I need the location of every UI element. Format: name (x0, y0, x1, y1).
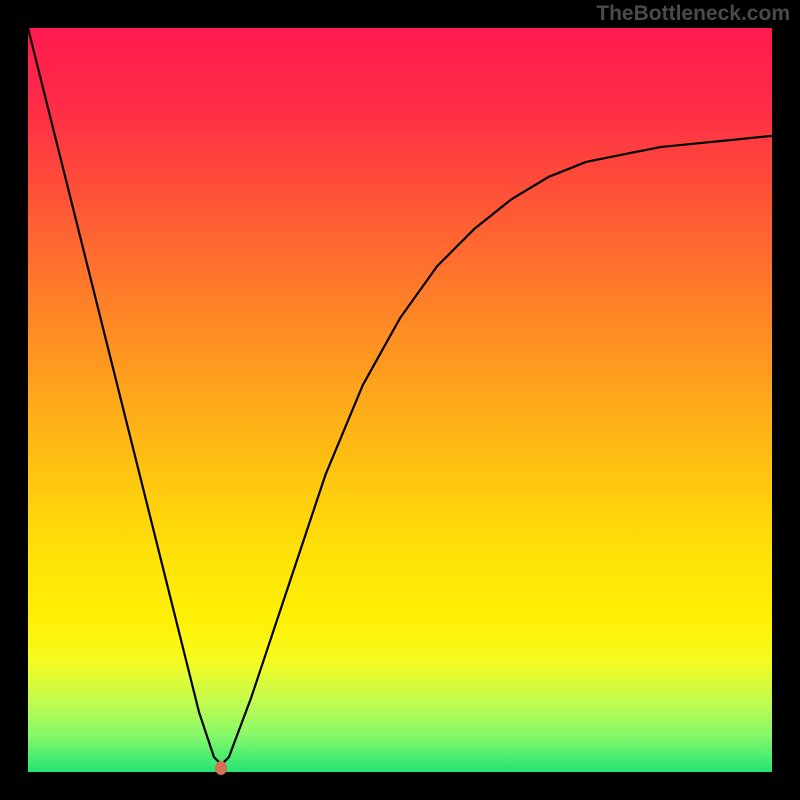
minimum-marker (215, 761, 227, 775)
chart-curve-path (28, 28, 772, 765)
chart-container: TheBottleneck.com (0, 0, 800, 800)
plot-area (28, 28, 772, 772)
watermark-text: TheBottleneck.com (596, 2, 790, 26)
curve-svg (28, 28, 772, 772)
